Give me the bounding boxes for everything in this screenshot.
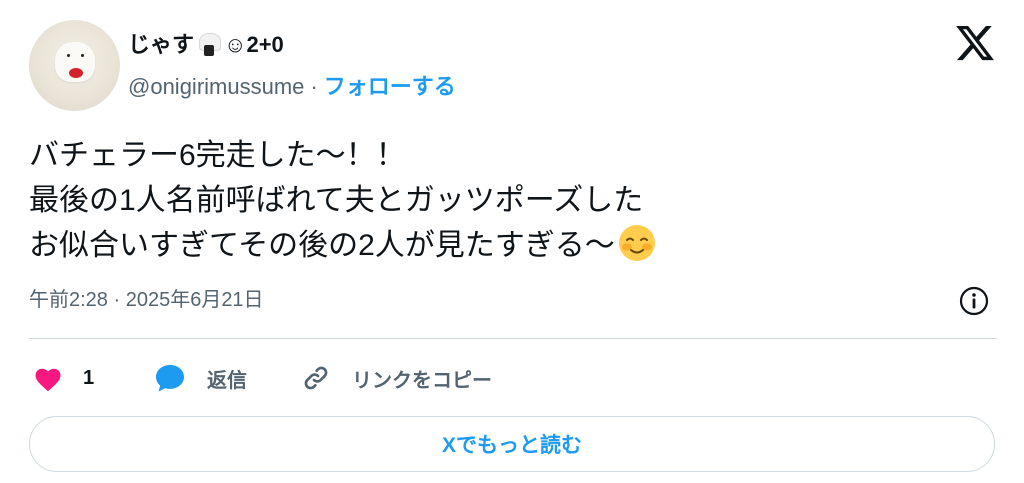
x-logo[interactable] bbox=[954, 22, 996, 64]
link-icon bbox=[304, 366, 328, 390]
reply-label: 返信 bbox=[207, 369, 247, 392]
like-button[interactable]: 1 bbox=[33, 358, 94, 398]
reply-bubble-icon bbox=[156, 365, 184, 392]
post-text-line-1: バチェラー6完走した〜！！ bbox=[29, 139, 406, 172]
post-timestamp[interactable]: 午前2:28 · 2025年6月21日 bbox=[29, 285, 264, 315]
post-text: バチェラー6完走した〜！！ 最後の1人名前呼ばれて夫とガッツポーズした お似合い… bbox=[29, 133, 989, 268]
heart-icon bbox=[35, 368, 61, 392]
embedded-post-card: じゃす ☺︎2+0 @onigirimussume · フォローする バチェラー6完… bbox=[0, 0, 1024, 483]
avatar[interactable] bbox=[29, 20, 120, 111]
read-more-button[interactable]: Xでもっと読む bbox=[29, 416, 995, 472]
author-name-prefix: じゃす bbox=[128, 32, 195, 57]
post-text-line-3: お似合いすぎてその後の2人が見たすぎる〜 bbox=[29, 223, 989, 268]
copy-link-button[interactable]: リンクをコピー bbox=[300, 358, 492, 398]
like-count: 1 bbox=[83, 366, 95, 389]
copy-link-label: リンクをコピー bbox=[352, 369, 492, 392]
post-text-line-2: 最後の1人名前呼ばれて夫とガッツポーズした bbox=[29, 184, 644, 217]
follow-button[interactable]: フォローする bbox=[324, 74, 456, 99]
action-bar: 1 返信 リンクをコピー bbox=[29, 358, 997, 398]
divider bbox=[29, 338, 997, 339]
onigiri-emoji-icon bbox=[198, 33, 222, 57]
reply-button[interactable]: 返信 bbox=[153, 358, 247, 398]
author-name[interactable]: じゃす ☺︎2+0 bbox=[128, 30, 284, 60]
smiling-face-emoji bbox=[618, 225, 655, 261]
author-handle[interactable]: @onigirimussume bbox=[128, 74, 304, 99]
author-name-suffix: ☺︎2+0 bbox=[224, 32, 284, 57]
separator-dot: · bbox=[310, 74, 318, 99]
info-icon[interactable] bbox=[957, 284, 991, 318]
author-handle-row: @onigirimussume · フォローする bbox=[128, 72, 456, 102]
